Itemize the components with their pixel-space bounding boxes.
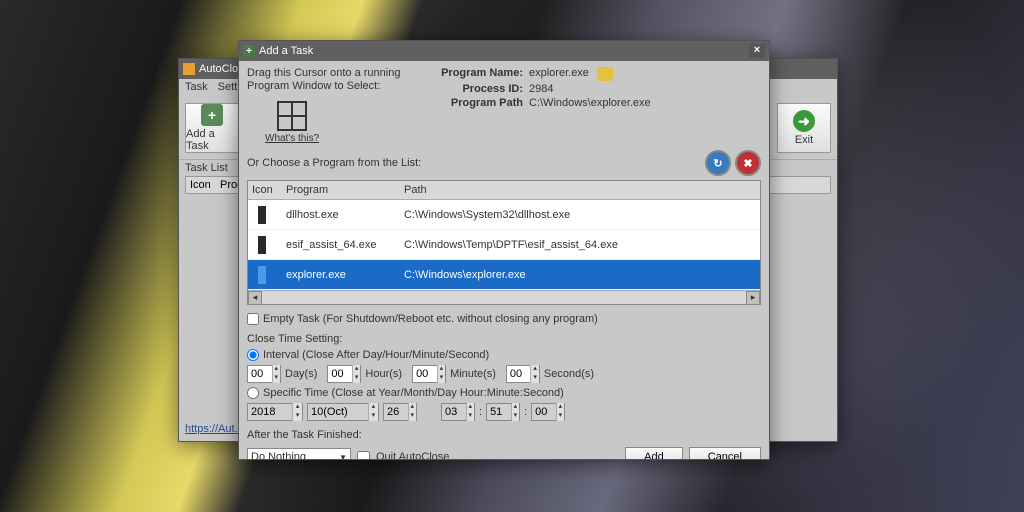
exit-icon: ➜ <box>793 110 815 132</box>
day-unit: Day(s) <box>285 368 317 380</box>
hour-unit: Hour(s) <box>365 368 402 380</box>
program-name: esif_assist_64.exe <box>282 236 400 254</box>
modal-titlebar[interactable]: + Add a Task × <box>239 41 769 61</box>
interval-radio[interactable] <box>247 349 259 361</box>
program-path: C:\Windows\System32\dllhost.exe <box>400 206 760 224</box>
app-icon <box>183 63 195 75</box>
program-path: C:\Windows\explorer.exe <box>400 266 760 284</box>
drag-hint: Drag this Cursor onto a running Program … <box>247 67 427 93</box>
scroll-left-icon[interactable]: ◂ <box>248 291 262 305</box>
horizontal-scrollbar[interactable]: ◂ ▸ <box>248 290 760 304</box>
minute-input[interactable] <box>413 368 437 380</box>
program-path: C:\Windows\Temp\DPTF\esif_assist_64.exe <box>400 236 760 254</box>
exit-button[interactable]: ➜ Exit <box>777 103 831 153</box>
cancel-button[interactable]: Cancel <box>689 447 761 459</box>
chevron-down-icon: ▼ <box>339 453 347 459</box>
year-input[interactable] <box>248 406 292 418</box>
menu-task[interactable]: Task <box>185 81 208 95</box>
program-name-value: explorer.exe <box>529 67 589 81</box>
hour2-spinner[interactable]: ▴▾ <box>441 403 475 421</box>
folder-icon[interactable] <box>597 67 613 81</box>
program-name: dllhost.exe <box>282 206 400 224</box>
program-row[interactable]: dllhost.exeC:\Windows\System32\dllhost.e… <box>248 200 760 230</box>
refresh-button[interactable]: ↻ <box>705 150 731 176</box>
program-row[interactable]: explorer.exeC:\Windows\explorer.exe <box>248 260 760 290</box>
whats-this-link[interactable]: What's this? <box>265 133 427 144</box>
interval-label: Interval (Close After Day/Hour/Minute/Se… <box>263 349 489 361</box>
month-spinner[interactable]: ▴▾ <box>307 403 379 421</box>
after-title: After the Task Finished: <box>247 429 761 441</box>
second-input[interactable] <box>507 368 531 380</box>
minute-unit: Minute(s) <box>450 368 496 380</box>
col-header-path[interactable]: Path <box>400 181 760 199</box>
empty-task-checkbox[interactable] <box>247 313 259 325</box>
close-time-title: Close Time Setting: <box>247 333 761 345</box>
second-unit: Second(s) <box>544 368 594 380</box>
program-name-label: Program Name: <box>427 67 523 81</box>
program-path-value: C:\Windows\explorer.exe <box>529 97 651 109</box>
hour-spinner[interactable]: ▴▾ <box>327 365 361 383</box>
hour2-input[interactable] <box>442 406 466 418</box>
second2-input[interactable] <box>532 406 556 418</box>
stop-button[interactable]: ✖ <box>735 150 761 176</box>
program-icon <box>258 236 266 254</box>
col-icon[interactable]: Icon <box>190 179 220 191</box>
minute2-input[interactable] <box>487 406 511 418</box>
program-icon <box>258 206 266 224</box>
scroll-right-icon[interactable]: ▸ <box>746 291 760 305</box>
program-list: Icon Program Path dllhost.exeC:\Windows\… <box>247 180 761 305</box>
modal-title: Add a Task <box>259 45 313 57</box>
plus-icon: + <box>201 104 223 126</box>
choose-label: Or Choose a Program from the List: <box>247 157 701 169</box>
after-action-combo[interactable]: Do Nothing ▼ <box>247 448 351 459</box>
add-icon: + <box>243 45 255 57</box>
close-icon[interactable]: × <box>749 44 765 58</box>
program-name: explorer.exe <box>282 266 400 284</box>
month-input[interactable] <box>308 406 368 418</box>
status-link[interactable]: https://Aut... <box>185 423 244 435</box>
second-spinner[interactable]: ▴▾ <box>506 365 540 383</box>
add-task-button[interactable]: + Add a Task <box>185 103 239 153</box>
day2-input[interactable] <box>384 406 408 418</box>
empty-task-label: Empty Task (For Shutdown/Reboot etc. wit… <box>263 313 598 325</box>
quit-label: Quit AutoClose <box>376 451 449 459</box>
quit-checkbox[interactable] <box>357 451 370 459</box>
col-header-icon[interactable]: Icon <box>248 181 282 199</box>
day-input[interactable] <box>248 368 272 380</box>
year-spinner[interactable]: ▴▾ <box>247 403 303 421</box>
after-action-value: Do Nothing <box>251 451 306 459</box>
process-id-label: Process ID: <box>427 83 523 95</box>
exit-label: Exit <box>795 134 813 146</box>
add-task-label: Add a Task <box>186 128 238 152</box>
second2-spinner[interactable]: ▴▾ <box>531 403 565 421</box>
day2-spinner[interactable]: ▴▾ <box>383 403 417 421</box>
specific-label: Specific Time (Close at Year/Month/Day H… <box>263 387 564 399</box>
program-path-label: Program Path <box>427 97 523 109</box>
process-id-value: 2984 <box>529 83 553 95</box>
program-icon <box>258 266 266 284</box>
crosshair-target[interactable] <box>277 101 307 131</box>
hour-input[interactable] <box>328 368 352 380</box>
add-button[interactable]: Add <box>625 447 683 459</box>
day-spinner[interactable]: ▴▾ <box>247 365 281 383</box>
minute-spinner[interactable]: ▴▾ <box>412 365 446 383</box>
program-row[interactable]: esif_assist_64.exeC:\Windows\Temp\DPTF\e… <box>248 230 760 260</box>
program-list-header: Icon Program Path <box>248 181 760 200</box>
add-task-dialog: + Add a Task × Drag this Cursor onto a r… <box>238 40 770 460</box>
col-header-program[interactable]: Program <box>282 181 400 199</box>
minute2-spinner[interactable]: ▴▾ <box>486 403 520 421</box>
specific-radio[interactable] <box>247 387 259 399</box>
